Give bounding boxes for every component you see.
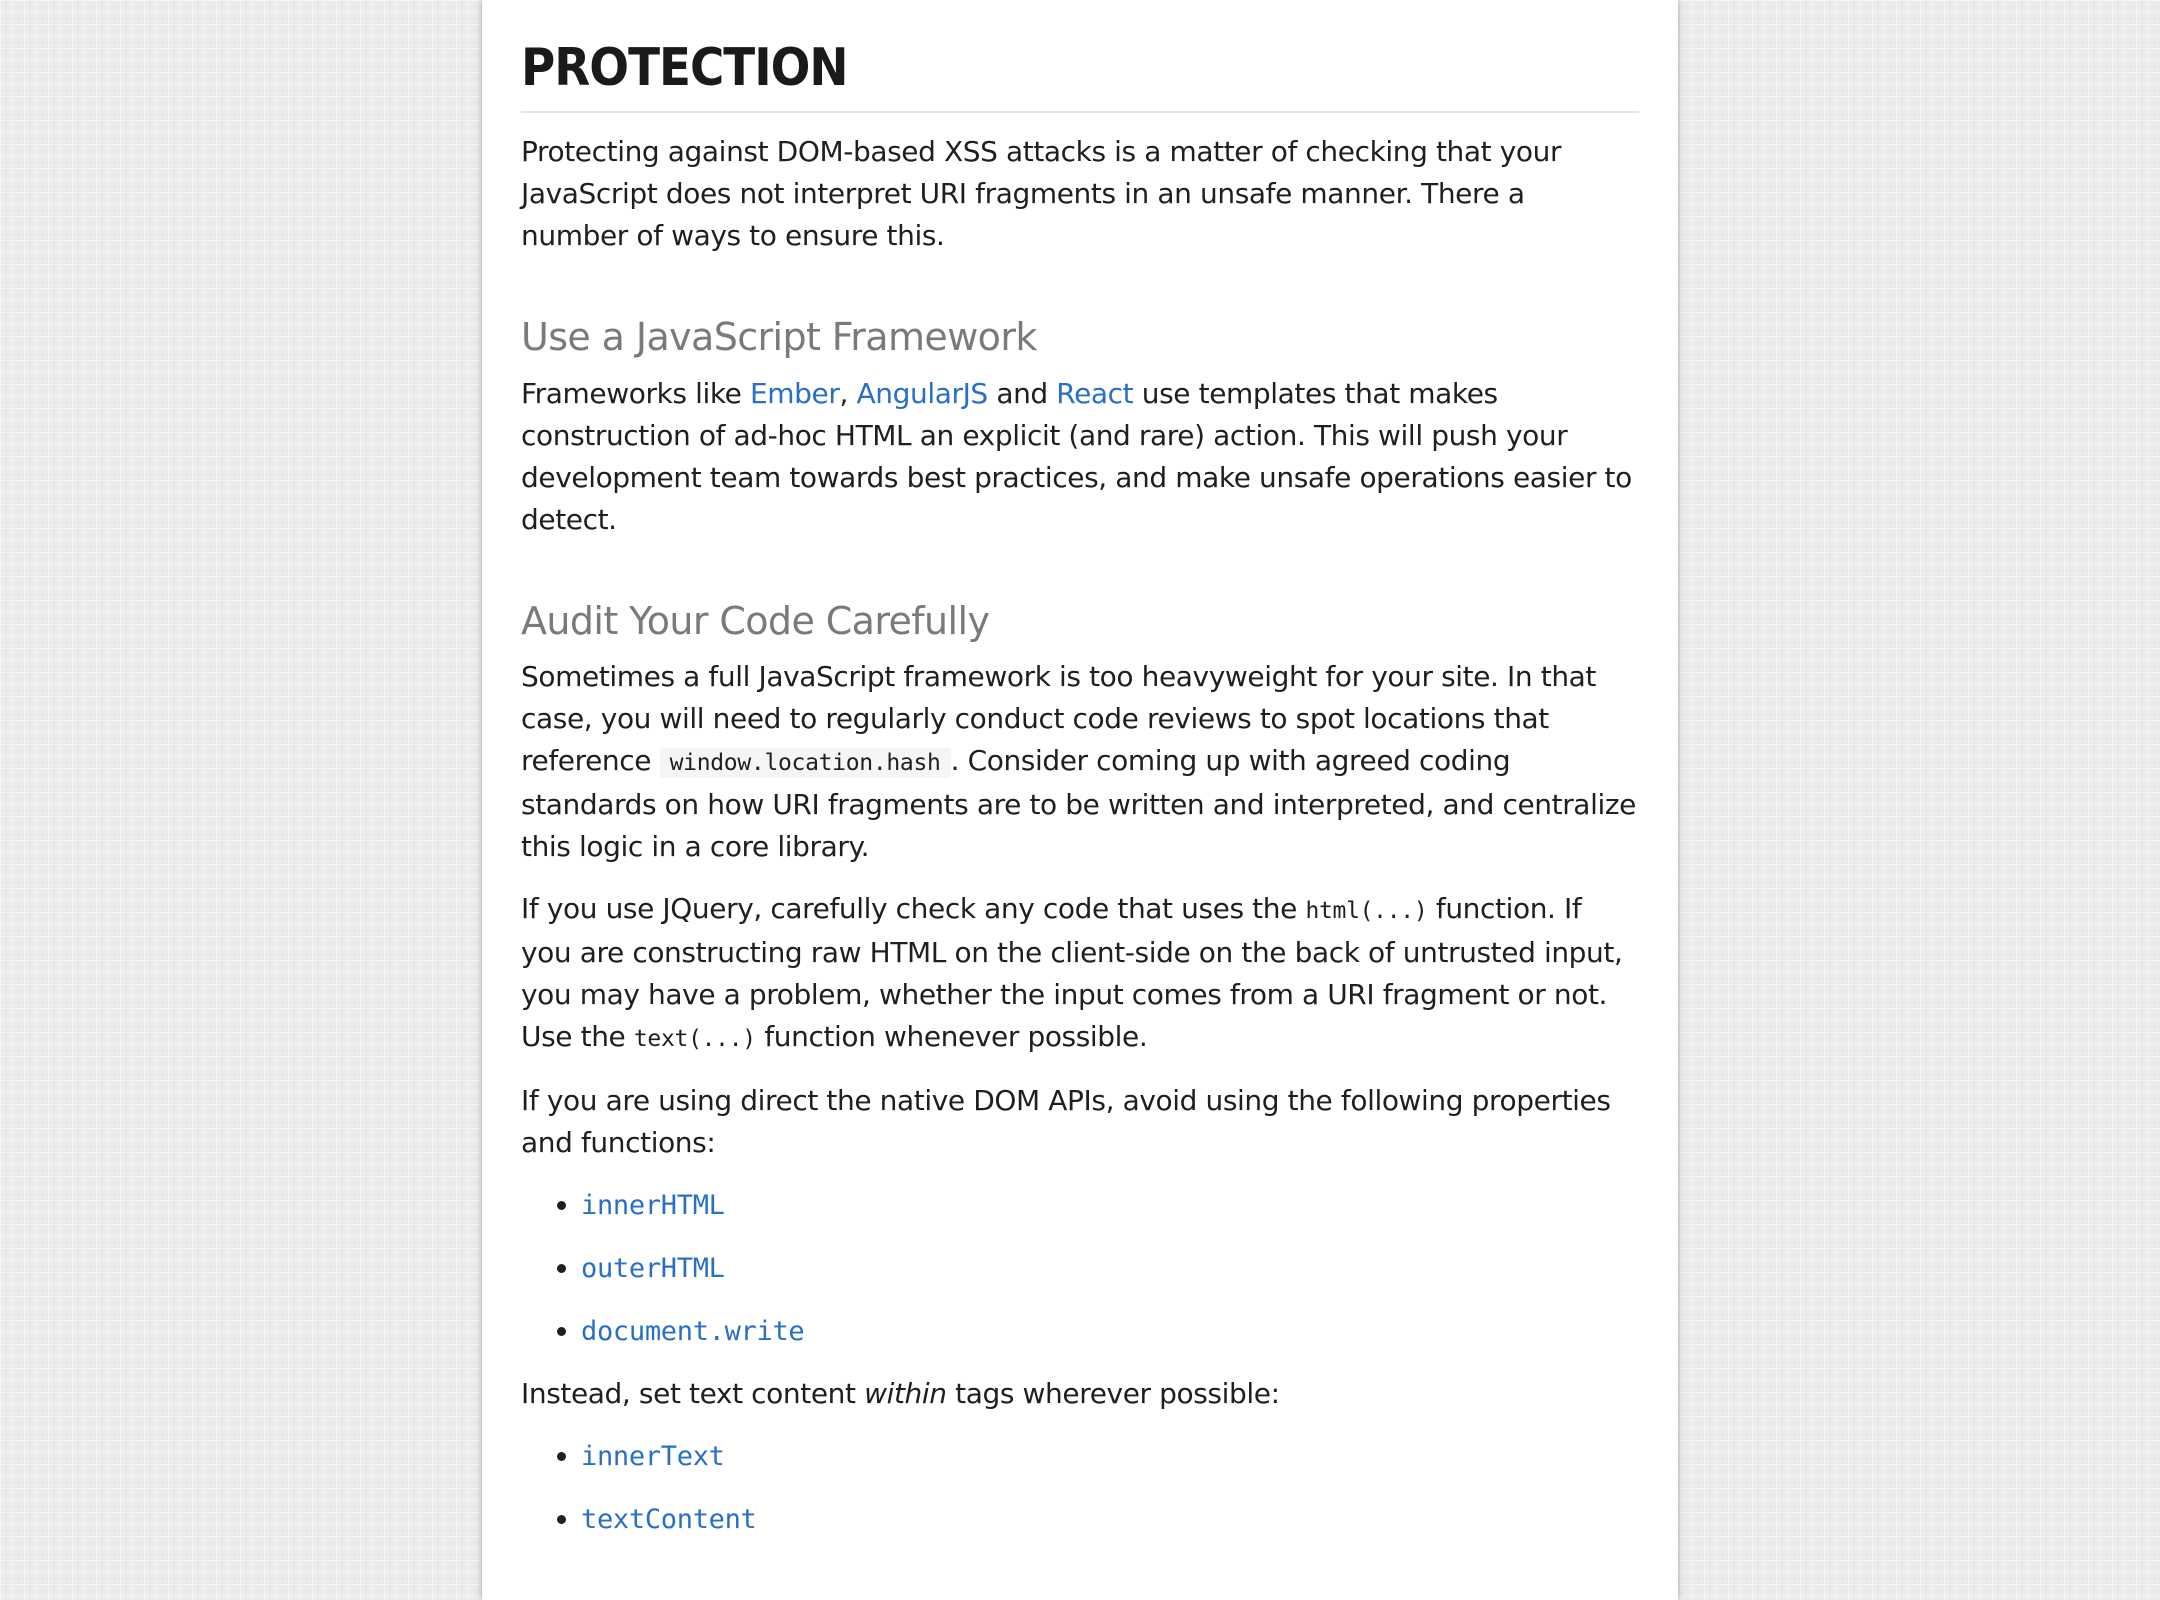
list-item: innerHTML <box>581 1184 1639 1227</box>
framework-paragraph: Frameworks like Ember, AngularJS and Rea… <box>521 373 1639 541</box>
audit-p4-before: Instead, set text content <box>521 1377 865 1411</box>
audit-paragraph-3: If you are using direct the native DOM A… <box>521 1084 1611 1160</box>
list-item: outerHTML <box>581 1247 1639 1290</box>
audit-paragraph-1: Sometimes a full JavaScript framework is… <box>521 656 1639 868</box>
link-outerhtml[interactable]: outerHTML <box>581 1253 725 1284</box>
audit-paragraph-2: If you use JQuery, carefully check any c… <box>521 888 1639 1060</box>
link-textcontent[interactable]: textContent <box>581 1504 757 1535</box>
link-innertext[interactable]: innerText <box>581 1441 725 1472</box>
link-angularjs[interactable]: AngularJS <box>857 377 989 410</box>
article-page: PROTECTION Protecting against DOM-based … <box>482 0 1678 1600</box>
list-item: textContent <box>581 1498 1639 1541</box>
use-list: innerText textContent <box>521 1435 1639 1541</box>
code-window-location-hash: window.location.hash <box>659 748 951 779</box>
framework-sep-2: and <box>987 376 1057 410</box>
framework-text-before: Frameworks like <box>521 376 750 410</box>
article-content: PROTECTION Protecting against DOM-based … <box>521 39 1639 1541</box>
list-item: document.write <box>581 1310 1639 1353</box>
link-document-write[interactable]: document.write <box>581 1316 805 1347</box>
audit-p2-before: If you use JQuery, carefully check any c… <box>521 892 1306 926</box>
framework-sep-1: , <box>839 376 857 410</box>
avoid-list: innerHTML outerHTML document.write <box>521 1184 1639 1353</box>
audit-p2-after: function whenever possible. <box>755 1020 1148 1054</box>
code-html-function: html(...) <box>1305 898 1428 925</box>
audit-p4-after: tags wherever possible: <box>946 1377 1280 1411</box>
audit-paragraph-4: Instead, set text content within tags wh… <box>521 1373 1639 1415</box>
heading-use-framework: Use a JavaScript Framework <box>521 315 1037 360</box>
link-innerhtml[interactable]: innerHTML <box>581 1190 725 1221</box>
heading-audit-code: Audit Your Code Carefully <box>521 598 990 643</box>
page-title: PROTECTION <box>521 39 1639 114</box>
audit-p4-emphasis: within <box>864 1377 947 1411</box>
link-react[interactable]: React <box>1056 377 1133 410</box>
code-text-function: text(...) <box>633 1026 756 1053</box>
list-item: innerText <box>581 1435 1639 1478</box>
intro-paragraph: Protecting against DOM-based XSS attacks… <box>521 135 1562 253</box>
link-ember[interactable]: Ember <box>750 377 840 410</box>
